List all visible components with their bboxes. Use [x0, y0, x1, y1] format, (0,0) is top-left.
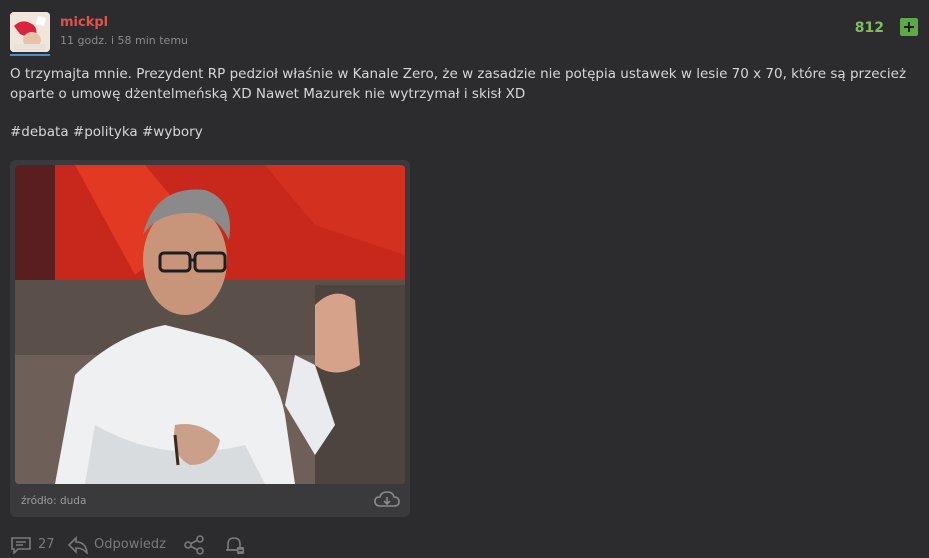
comment-icon: [11, 537, 31, 554]
tag-link[interactable]: #debata: [10, 124, 69, 140]
media-embed: źródło: duda: [10, 160, 410, 517]
avatar-status-line: [10, 54, 50, 56]
username[interactable]: mickpl: [60, 15, 108, 30]
post-image[interactable]: [15, 165, 405, 484]
comments-button[interactable]: 27: [10, 534, 56, 556]
comments-count: 27: [38, 537, 55, 552]
share-icon: [184, 535, 204, 555]
post-body: O trzymajta mnie. Prezydent RP pedzioł w…: [10, 66, 907, 102]
avatar-image: [10, 12, 50, 52]
post-tags: #debata #polityka #wybory: [10, 124, 203, 140]
download-cloud-icon[interactable]: [374, 490, 400, 510]
post-timestamp[interactable]: 11 godz. i 58 min temu: [60, 34, 188, 47]
notify-button[interactable]: [224, 534, 246, 556]
notification-bell-icon: [226, 537, 244, 554]
vote-score: 812: [854, 20, 884, 36]
upvote-plus-button[interactable]: [900, 18, 918, 36]
reply-icon: [67, 536, 88, 554]
reply-label: Odpowiedz: [94, 537, 167, 552]
avatar[interactable]: [10, 12, 50, 52]
tag-link[interactable]: #polityka: [73, 124, 138, 140]
reply-button[interactable]: Odpowiedz: [67, 534, 177, 556]
share-button[interactable]: [183, 534, 205, 556]
post-photo: [15, 165, 405, 484]
media-source[interactable]: źródło: duda: [21, 495, 86, 507]
tag-link[interactable]: #wybory: [142, 124, 203, 140]
